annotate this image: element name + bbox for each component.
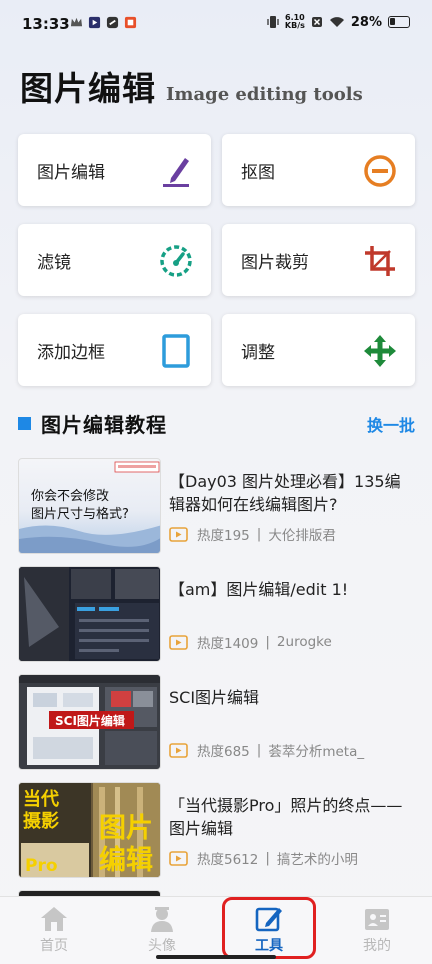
tool-label: 图片编辑	[37, 162, 105, 183]
move-arrows-icon	[364, 335, 396, 367]
page-header: 图片编辑 Image editing tools	[20, 62, 363, 110]
no-sim-icon	[311, 17, 322, 27]
link-app-icon	[106, 16, 119, 29]
heat-text: 热度685	[197, 744, 250, 760]
thumbnail: 当代 摄影 Pro 图片 编辑	[18, 782, 161, 878]
thumbnail	[18, 566, 161, 662]
red-app-icon	[124, 16, 137, 29]
play-icon	[169, 850, 188, 866]
item-title: 【Day03 图片处理必看】135编辑器如何在线编辑图片?	[169, 472, 401, 514]
status-bar: 13:33 6.10 KB/s 28%	[0, 0, 432, 50]
svg-text:摄影: 摄影	[23, 810, 59, 832]
svg-text:你会不会修改: 你会不会修改	[31, 489, 109, 504]
nav-label: 首页	[40, 938, 68, 954]
svg-text:SCI图片编辑: SCI图片编辑	[55, 713, 125, 728]
nav-home[interactable]: 首页	[19, 905, 89, 955]
tool-card-filter[interactable]: 滤镜	[18, 224, 211, 296]
refresh-batch-link[interactable]: 换一批	[367, 412, 415, 436]
tool-card-crop[interactable]: 图片裁剪	[222, 224, 415, 296]
gauge-icon	[160, 245, 192, 277]
list-item[interactable]: 你会不会修改 图片尺寸与格式? 【Day03 图片处理必看】135编辑器如何在线…	[18, 458, 415, 566]
frame-icon	[162, 334, 190, 368]
home-icon	[41, 907, 67, 931]
thumbnail-art: 你会不会修改 图片尺寸与格式?	[19, 461, 160, 553]
play-icon	[169, 526, 188, 542]
tool-label: 抠图	[241, 162, 275, 183]
section-title: 图片编辑教程	[41, 412, 167, 437]
avatar-icon	[151, 907, 173, 932]
notification-icons	[70, 16, 137, 29]
svg-text:图片尺寸与格式?: 图片尺寸与格式?	[31, 506, 129, 522]
tool-label: 滤镜	[37, 252, 71, 273]
heat-text: 热度5612	[197, 852, 259, 868]
pen-icon	[163, 158, 189, 187]
video-app-icon	[88, 16, 101, 29]
tool-card-cutout[interactable]: 抠图	[222, 134, 415, 206]
author-text: 搞艺术的小明	[276, 852, 358, 868]
tool-label: 调整	[241, 342, 275, 363]
status-time: 13:33	[22, 15, 70, 33]
list-item[interactable]: 当代 摄影 Pro 图片 编辑 「当代摄影Pro」照片的终点——图片编辑 热度5…	[18, 782, 415, 890]
meta-divider: |	[265, 634, 270, 650]
wifi-icon	[329, 17, 344, 27]
thumbnail-art: SCI图片编辑	[19, 675, 160, 765]
page-subtitle: Image editing tools	[166, 84, 363, 105]
tool-card-border[interactable]: 添加边框	[18, 314, 211, 386]
tool-label: 图片裁剪	[241, 252, 309, 273]
item-meta: 热度1409 | 2urogke	[169, 632, 332, 652]
author-text: 荟萃分析meta_	[268, 744, 365, 760]
nav-label: 头像	[148, 938, 176, 954]
tools-grid: 图片编辑 抠图 滤镜 图片裁剪 添加边框 调整	[18, 134, 415, 386]
item-meta: 热度195 | 大伦排版君	[169, 524, 336, 544]
meta-divider: |	[265, 850, 270, 866]
svg-text:当代: 当代	[23, 788, 59, 810]
svg-text:Pro: Pro	[25, 856, 58, 876]
bottom-nav: 首页 头像 工具 我的	[0, 896, 432, 964]
item-title: SCI图片编辑	[169, 688, 260, 707]
thumbnail: 你会不会修改 图片尺寸与格式?	[18, 458, 161, 554]
svg-text:编辑: 编辑	[99, 844, 153, 876]
meta-divider: |	[256, 526, 262, 542]
play-icon	[169, 742, 188, 758]
thumbnail: SCI图片编辑	[18, 674, 161, 770]
battery-icon	[388, 16, 410, 28]
nav-avatar[interactable]: 头像	[127, 905, 197, 955]
list-item[interactable]: SCI图片编辑 SCI图片编辑 热度685 | 荟萃分析meta_	[18, 674, 415, 782]
minus-circle-icon	[364, 155, 396, 187]
heat-text: 热度1409	[197, 636, 259, 652]
section-marker	[18, 416, 31, 430]
tutorial-section-header: 图片编辑教程 换一批	[18, 408, 415, 438]
net-speed-unit: KB/s	[284, 21, 305, 30]
crown-icon	[70, 17, 83, 27]
thumbnail-art: 当代 摄影 Pro 图片 编辑	[19, 783, 160, 877]
page-title: 图片编辑	[20, 69, 156, 108]
author-text: 大伦排版君	[268, 528, 336, 544]
item-meta: 热度5612 | 搞艺术的小明	[169, 848, 358, 868]
crop-icon	[365, 246, 395, 276]
home-indicator	[156, 955, 276, 959]
vibrate-icon	[267, 16, 279, 28]
battery-text: 28%	[350, 14, 382, 30]
item-title: 「当代摄影Pro」照片的终点——图片编辑	[169, 796, 403, 838]
list-item[interactable]: 【am】图片编辑/edit 1! 热度1409 | 2urogke	[18, 566, 415, 674]
tool-card-image-edit[interactable]: 图片编辑	[18, 134, 211, 206]
nav-label: 我的	[363, 938, 391, 954]
thumbnail-art	[19, 567, 159, 661]
item-title: 【am】图片编辑/edit 1!	[169, 580, 349, 599]
item-meta: 热度685 | 荟萃分析meta_	[169, 740, 364, 760]
tool-label: 添加边框	[37, 342, 105, 363]
highlight-ring	[222, 897, 316, 959]
svg-text:图片: 图片	[99, 813, 153, 844]
author-text: 2urogke	[276, 634, 332, 650]
nav-profile[interactable]: 我的	[342, 905, 412, 955]
meta-divider: |	[256, 742, 262, 758]
status-right: 6.10 KB/s 28%	[267, 14, 410, 30]
tool-card-adjust[interactable]: 调整	[222, 314, 415, 386]
profile-card-icon	[365, 909, 389, 930]
net-speed: 6.10 KB/s	[285, 14, 305, 30]
heat-text: 热度195	[197, 528, 250, 544]
tutorial-list: 你会不会修改 图片尺寸与格式? 【Day03 图片处理必看】135编辑器如何在线…	[18, 458, 415, 964]
play-icon	[169, 634, 188, 650]
